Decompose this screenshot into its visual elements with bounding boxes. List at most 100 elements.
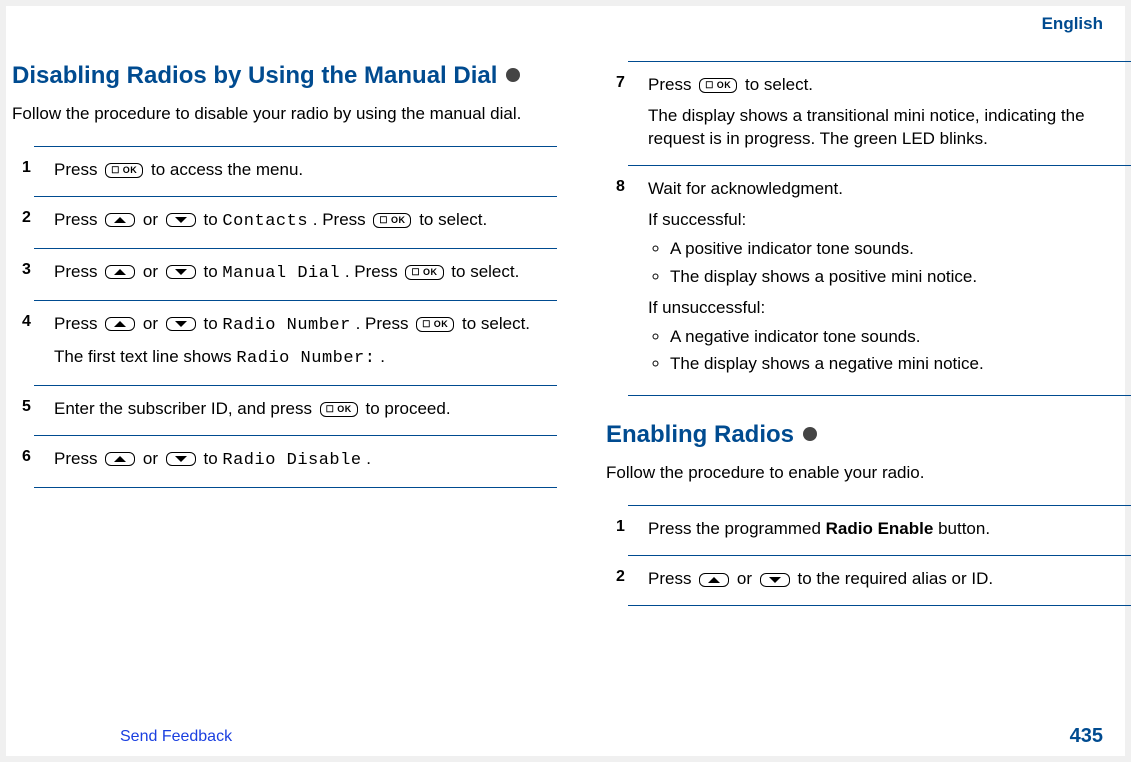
step-6: Press or to Radio Disable . — [34, 435, 557, 488]
step-7: Press ☐ OK to select. The display shows … — [628, 61, 1131, 165]
text: to — [204, 314, 223, 333]
menu-option: Radio Disable — [222, 451, 361, 470]
up-button-icon — [105, 213, 135, 227]
ok-button-icon: ☐ OK — [416, 317, 454, 332]
section2-title: Enabling Radios — [606, 420, 1131, 450]
down-button-icon — [166, 213, 196, 227]
text: Press — [648, 569, 696, 588]
section2-steps-list: Press the programmed Radio Enable button… — [606, 505, 1131, 606]
text: . — [380, 347, 385, 366]
step-1b-text: Press the programmed Radio Enable button… — [648, 518, 1131, 541]
step-8-fail-list: A negative indicator tone sounds. The di… — [648, 326, 1131, 377]
list-item: A negative indicator tone sounds. — [670, 326, 1131, 349]
text: Press the programmed — [648, 519, 826, 538]
step-3-text: Press or to Manual Dial . Press ☐ OK to … — [54, 261, 549, 286]
step-7-note: The display shows a transitional mini no… — [648, 105, 1131, 151]
text: to proceed. — [366, 399, 451, 418]
section2-intro: Follow the procedure to enable your radi… — [606, 462, 1131, 485]
text: or — [143, 314, 163, 333]
step-5: Enter the subscriber ID, and press ☐ OK … — [34, 385, 557, 435]
text: or — [143, 210, 163, 229]
section1-title: Disabling Radios by Using the Manual Dia… — [12, 61, 557, 91]
section2-title-text: Enabling Radios — [606, 421, 794, 448]
step-1-text: Press ☐ OK to access the menu. — [54, 159, 549, 182]
circle-icon — [506, 68, 520, 82]
text: . Press — [345, 262, 403, 281]
text: Press — [648, 75, 696, 94]
section1-steps-cont: Press ☐ OK to select. The display shows … — [606, 61, 1131, 396]
ok-button-icon: ☐ OK — [373, 213, 411, 228]
text: Press — [54, 210, 102, 229]
right-column: Press ☐ OK to select. The display shows … — [606, 61, 1131, 630]
section1-steps-list: Press ☐ OK to access the menu. Press or … — [12, 146, 557, 488]
text: Press — [54, 262, 102, 281]
text: . Press — [356, 314, 414, 333]
step-1b: Press the programmed Radio Enable button… — [628, 505, 1131, 555]
ok-button-icon: ☐ OK — [405, 265, 443, 280]
list-item: A positive indicator tone sounds. — [670, 238, 1131, 261]
language-label: English — [1042, 14, 1103, 34]
down-button-icon — [166, 452, 196, 466]
menu-option: Contacts — [222, 212, 308, 231]
text: . Press — [313, 210, 371, 229]
step-8-success-list: A positive indicator tone sounds. The di… — [648, 238, 1131, 289]
page-number: 435 — [1070, 725, 1103, 748]
step-5-text: Enter the subscriber ID, and press ☐ OK … — [54, 398, 549, 421]
text: . — [366, 449, 371, 468]
text: to select. — [451, 262, 519, 281]
step-1: Press ☐ OK to access the menu. — [34, 146, 557, 196]
text: to select. — [419, 210, 487, 229]
text: The first text line shows — [54, 347, 236, 366]
step-2-text: Press or to Contacts . Press ☐ OK to sel… — [54, 209, 549, 234]
down-button-icon — [166, 265, 196, 279]
text: to the required alias or ID. — [798, 569, 994, 588]
circle-icon — [803, 427, 817, 441]
text: to select. — [745, 75, 813, 94]
section1-intro: Follow the procedure to disable your rad… — [12, 103, 557, 126]
list-item: The display shows a positive mini notice… — [670, 266, 1131, 289]
ok-button-icon: ☐ OK — [699, 78, 737, 93]
section1-title-text: Disabling Radios by Using the Manual Dia… — [12, 62, 497, 89]
text: button. — [938, 519, 990, 538]
text: Press — [54, 314, 102, 333]
text: or — [143, 449, 163, 468]
down-button-icon — [166, 317, 196, 331]
text: Press — [54, 449, 102, 468]
ok-button-icon: ☐ OK — [320, 402, 358, 417]
send-feedback-link[interactable]: Send Feedback — [120, 728, 232, 746]
up-button-icon — [105, 452, 135, 466]
text: or — [737, 569, 757, 588]
bold-text: Radio Enable — [826, 519, 934, 538]
step-6-text: Press or to Radio Disable . — [54, 448, 549, 473]
menu-option: Radio Number: — [236, 349, 375, 368]
up-button-icon — [105, 317, 135, 331]
step-2: Press or to Contacts . Press ☐ OK to sel… — [34, 196, 557, 248]
menu-option: Radio Number — [222, 316, 350, 335]
step-4-text: Press or to Radio Number . Press ☐ OK to… — [54, 313, 549, 338]
text: to — [204, 210, 223, 229]
text: Press — [54, 160, 102, 179]
up-button-icon — [699, 573, 729, 587]
text: Enter the subscriber ID, and press — [54, 399, 317, 418]
text: or — [143, 262, 163, 281]
step-7-text: Press ☐ OK to select. — [648, 74, 1131, 97]
list-item: The display shows a negative mini notice… — [670, 353, 1131, 376]
menu-option: Manual Dial — [222, 264, 340, 283]
ok-button-icon: ☐ OK — [105, 163, 143, 178]
left-column: Disabling Radios by Using the Manual Dia… — [12, 61, 557, 512]
manual-page: English Disabling Radios by Using the Ma… — [6, 6, 1125, 756]
up-button-icon — [105, 265, 135, 279]
down-button-icon — [760, 573, 790, 587]
step-8-if-fail: If unsuccessful: — [648, 297, 1131, 320]
text: to select. — [462, 314, 530, 333]
step-2b: Press or to the required alias or ID. — [628, 555, 1131, 606]
step-8: Wait for acknowledgment. If successful: … — [628, 165, 1131, 397]
text: to access the menu. — [151, 160, 303, 179]
text: to — [204, 262, 223, 281]
step-2b-text: Press or to the required alias or ID. — [648, 568, 1131, 591]
step-8-text: Wait for acknowledgment. — [648, 178, 1131, 201]
step-4: Press or to Radio Number . Press ☐ OK to… — [34, 300, 557, 385]
step-3: Press or to Manual Dial . Press ☐ OK to … — [34, 248, 557, 300]
step-4-note: The first text line shows Radio Number: … — [54, 346, 549, 371]
text: to — [204, 449, 223, 468]
